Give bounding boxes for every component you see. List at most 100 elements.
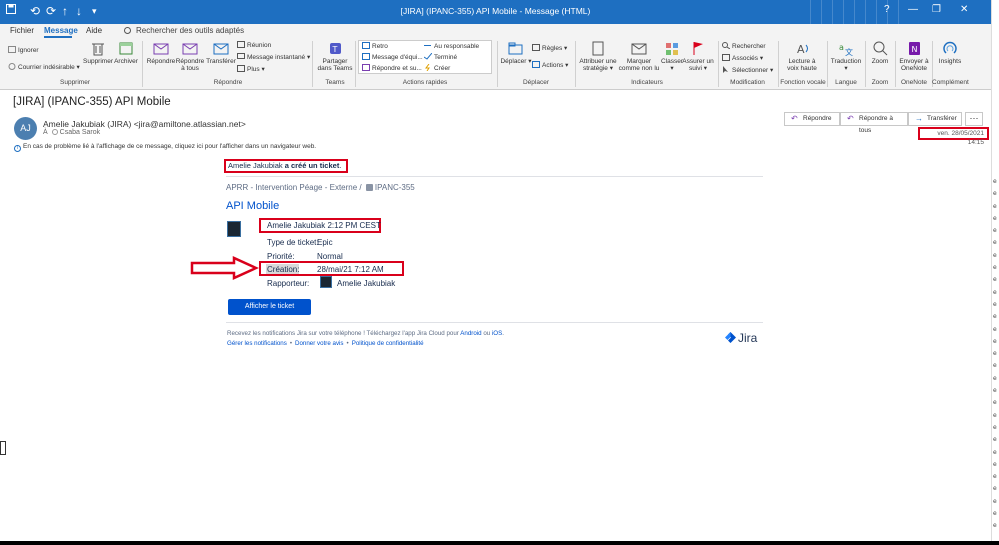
close-icon[interactable]: ✕ bbox=[960, 4, 968, 15]
breadcrumb-separator: / bbox=[359, 183, 362, 192]
reply-delete-icon bbox=[362, 64, 370, 71]
sender-address[interactable]: Amelie Jakubiak (JIRA) <jira@amiltone.at… bbox=[43, 119, 246, 129]
reply-button[interactable]: Répondre bbox=[146, 41, 176, 65]
find-button[interactable]: Rechercher bbox=[722, 42, 766, 50]
breadcrumb-project[interactable]: APRR - Intervention Péage - Externe bbox=[226, 183, 357, 192]
quick-step-reply-delete-label: Répondre et su... bbox=[372, 65, 422, 72]
to-label: À bbox=[43, 129, 48, 136]
svg-text:N: N bbox=[912, 45, 918, 54]
ribbon-separator bbox=[142, 41, 143, 87]
zoom-icon bbox=[872, 41, 888, 56]
jira-logo-text: Jira bbox=[738, 331, 758, 345]
reply-action-button[interactable]: ↶ Répondre bbox=[784, 112, 840, 126]
assign-policy-button[interactable]: Attribuer une stratégie ▾ bbox=[576, 41, 620, 72]
background-window-strip: e e e e e e e e e e e e e e e e e e e e … bbox=[991, 0, 999, 545]
rules-button[interactable]: Règles ▾ bbox=[532, 44, 567, 52]
reply-all-label-1: Répondre bbox=[175, 58, 205, 65]
share-teams-label-2: dans Teams bbox=[317, 65, 353, 72]
group-complement: Complément bbox=[932, 79, 969, 86]
give-feedback-link[interactable]: Donner votre avis bbox=[295, 340, 344, 347]
rules-icon bbox=[532, 44, 540, 51]
group-repondre: Répondre bbox=[213, 79, 243, 86]
categorize-button[interactable]: Classer ▾ bbox=[660, 41, 684, 72]
tab-fichier[interactable]: Fichier bbox=[10, 26, 34, 35]
insights-button[interactable]: Insights bbox=[934, 41, 966, 65]
view-issue-button[interactable]: Afficher le ticket bbox=[228, 299, 311, 315]
ribbon-separator bbox=[312, 41, 313, 87]
more-respond-button[interactable]: Plus ▾ bbox=[237, 65, 265, 73]
send-to-onenote-button[interactable]: N Envoyer à OneNote bbox=[897, 41, 931, 72]
more-actions-button[interactable]: ··· bbox=[965, 112, 983, 126]
forward-button[interactable]: Transférer bbox=[206, 41, 236, 65]
android-link[interactable]: Android bbox=[460, 330, 481, 337]
lightbulb-icon bbox=[124, 27, 131, 34]
move-label: Déplacer bbox=[500, 58, 527, 65]
quick-step-done[interactable]: Terminé bbox=[423, 52, 457, 61]
forward-arrow-icon: → bbox=[915, 114, 923, 123]
info-text: En cas de problème lié à l'affichage de … bbox=[23, 143, 317, 150]
info-bar[interactable]: i En cas de problème lié à l'affichage de… bbox=[14, 143, 316, 152]
actions-icon bbox=[532, 61, 540, 68]
footer-dot: • bbox=[289, 340, 293, 347]
insights-label: Insights bbox=[938, 58, 962, 65]
assign-policy-label-1: Attribuer une bbox=[579, 58, 617, 65]
ios-link[interactable]: iOS bbox=[492, 330, 502, 337]
field-label-issue-type: Type de ticket: bbox=[267, 238, 319, 247]
minimize-icon[interactable]: — bbox=[908, 4, 918, 15]
comment-header: Amelie Jakubiak 2:12 PM CEST bbox=[259, 218, 381, 233]
related-button[interactable]: Associés ▾ bbox=[722, 54, 763, 62]
chat-icon bbox=[237, 53, 245, 60]
issue-title[interactable]: API Mobile bbox=[226, 200, 279, 212]
meeting-button[interactable]: Réunion bbox=[237, 41, 271, 49]
junk-label: Courrier indésirable bbox=[18, 64, 75, 71]
more-icon bbox=[237, 65, 245, 72]
share-teams-button[interactable]: T Partager dans Teams bbox=[316, 41, 354, 72]
maximize-icon[interactable]: ❐ bbox=[932, 4, 941, 15]
message-date: ven. 28/05/2021 14:15 bbox=[918, 127, 989, 146]
translate-button[interactable]: a文 Traduction ▾ bbox=[829, 41, 863, 72]
breadcrumb: APRR - Intervention Péage - Externe / IP… bbox=[226, 183, 415, 192]
help-icon[interactable]: ? bbox=[884, 4, 890, 15]
calendar-icon bbox=[237, 41, 245, 48]
mark-unread-button[interactable]: Marquer comme non lu bbox=[618, 41, 660, 72]
archive-button[interactable]: Archiver bbox=[112, 41, 140, 65]
reply-all-action-button[interactable]: ↶ Répondre à tous bbox=[840, 112, 908, 134]
field-value-priority: Normal bbox=[317, 252, 343, 261]
svg-text:a: a bbox=[839, 43, 844, 52]
lightning-icon bbox=[424, 63, 432, 72]
find-label: Rechercher bbox=[732, 43, 766, 50]
manage-notifications-link[interactable]: Gérer les notifications bbox=[227, 340, 287, 347]
tab-message[interactable]: Message bbox=[44, 26, 78, 35]
forward-action-button[interactable]: → Transférer bbox=[908, 112, 962, 126]
delete-button[interactable]: Supprimer bbox=[83, 41, 113, 65]
footer-links: Gérer les notifications • Donner votre avi… bbox=[227, 340, 424, 347]
message-subject: [JIRA] (IPANC-355) API Mobile bbox=[13, 96, 171, 108]
follow-up-button[interactable]: Assurer un suivi ▾ bbox=[682, 41, 714, 72]
quick-step-team-message[interactable]: Message d'équi... bbox=[362, 53, 423, 61]
select-button[interactable]: Sélectionner ▾ bbox=[722, 66, 773, 74]
edge-marker bbox=[0, 441, 6, 455]
junk-mail-button[interactable]: Courrier indésirable ▾ bbox=[8, 63, 80, 71]
privacy-policy-link[interactable]: Politique de confidentialité bbox=[352, 340, 424, 347]
recipient-name[interactable]: Csaba Sarok bbox=[60, 129, 100, 136]
group-onenote: OneNote bbox=[900, 79, 928, 86]
quick-step-create[interactable]: Créer bbox=[424, 63, 450, 72]
actions-button[interactable]: Actions ▾ bbox=[532, 61, 568, 69]
reporter-avatar bbox=[320, 276, 332, 288]
ignore-button[interactable]: Ignorer bbox=[8, 46, 39, 54]
reply-all-button[interactable]: Répondre à tous bbox=[175, 41, 205, 72]
quick-step-retro[interactable]: Retro bbox=[362, 42, 388, 50]
policy-icon bbox=[590, 41, 606, 56]
footer-end: . bbox=[502, 330, 504, 337]
group-actions-rapides: Actions rapides bbox=[402, 79, 448, 86]
read-aloud-button[interactable]: A Lecture à voix haute bbox=[780, 41, 824, 72]
move-button[interactable]: Déplacer ▾ bbox=[500, 41, 532, 65]
presence-icon bbox=[51, 129, 58, 135]
tell-me-search[interactable]: Rechercher des outils adaptés bbox=[124, 26, 244, 35]
tab-aide[interactable]: Aide bbox=[86, 26, 102, 35]
quick-step-reply-delete[interactable]: Répondre et su... bbox=[362, 64, 422, 72]
instant-message-button[interactable]: Message instantané ▾ bbox=[237, 53, 310, 61]
quick-step-to-manager[interactable]: Au responsable bbox=[424, 42, 479, 50]
zoom-button[interactable]: Zoom bbox=[867, 41, 893, 65]
breadcrumb-issue[interactable]: IPANC-355 bbox=[375, 183, 415, 192]
